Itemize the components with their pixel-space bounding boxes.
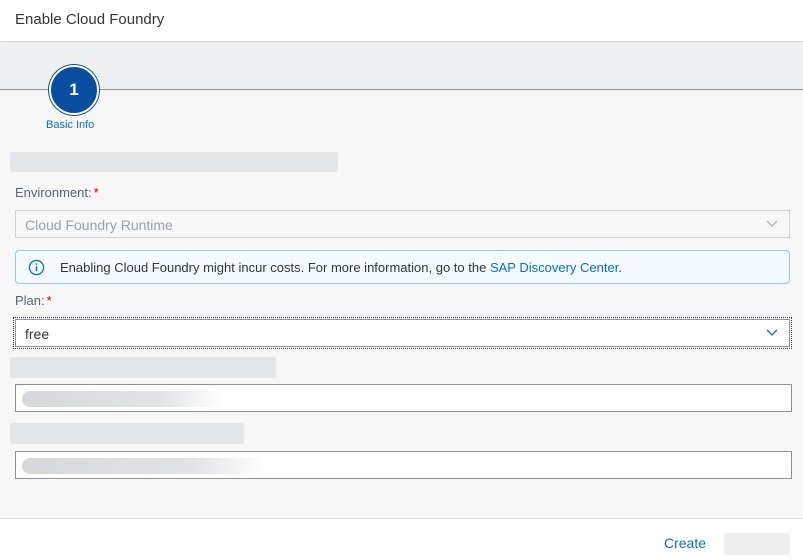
wizard-step-1[interactable]: 1: [49, 65, 99, 115]
redacted-field-value: [22, 458, 266, 474]
redacted-text-field[interactable]: [15, 451, 792, 479]
dialog-title: Enable Cloud Foundry: [15, 11, 165, 28]
info-message-text: Enabling Cloud Foundry might incur costs…: [60, 260, 622, 275]
dialog-footer: Create: [0, 518, 803, 560]
redacted-field-label: [10, 423, 244, 444]
info-message-strip: Enabling Cloud Foundry might incur costs…: [15, 250, 790, 284]
plan-value: free: [25, 326, 50, 342]
discovery-center-link[interactable]: SAP Discovery Center: [490, 260, 618, 275]
plan-select[interactable]: free: [13, 317, 792, 349]
required-marker: *: [93, 185, 99, 200]
environment-label: Environment: *: [15, 185, 99, 200]
redacted-text-field[interactable]: [15, 384, 792, 412]
redacted-heading: [10, 152, 338, 172]
redacted-field-value: [22, 391, 222, 407]
plan-label: Plan: *: [15, 293, 52, 308]
environment-value: Cloud Foundry Runtime: [25, 217, 173, 233]
chevron-down-icon[interactable]: [765, 325, 779, 339]
required-marker: *: [46, 293, 52, 308]
redacted-field-label: [10, 357, 276, 378]
wizard-step-number: 1: [69, 80, 79, 99]
environment-select: Cloud Foundry Runtime: [15, 210, 790, 238]
wizard-progress-bar: [0, 43, 803, 90]
info-icon: [28, 259, 45, 276]
wizard-step-label: Basic Info: [46, 119, 95, 131]
dialog-header: Enable Cloud Foundry: [0, 0, 803, 42]
redacted-button[interactable]: [724, 533, 790, 555]
chevron-down-icon: [766, 220, 778, 227]
create-button[interactable]: Create: [664, 535, 706, 551]
